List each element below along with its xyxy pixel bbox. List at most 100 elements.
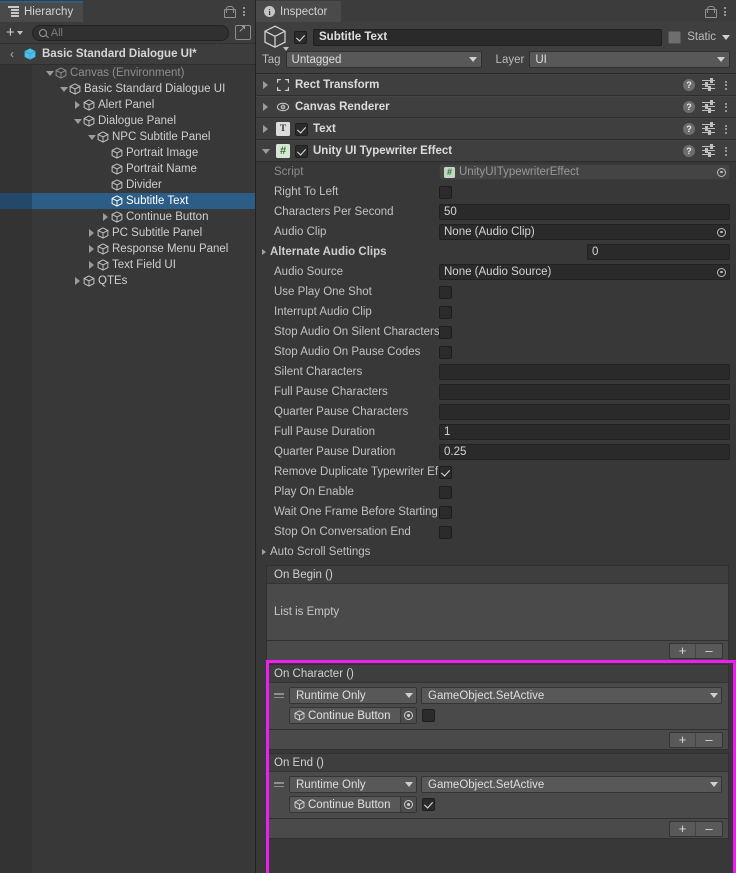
lock-icon[interactable]	[224, 5, 236, 18]
twisty[interactable]	[72, 118, 83, 124]
property-checkbox[interactable]	[439, 345, 452, 359]
drag-handle-icon[interactable]	[272, 782, 285, 787]
component-foldout[interactable]	[260, 103, 271, 111]
more-options-icon[interactable]	[722, 145, 730, 158]
help-icon[interactable]: ?	[683, 123, 695, 135]
property-label[interactable]: Alternate Audio Clips	[256, 246, 439, 258]
property-checkbox[interactable]	[439, 525, 452, 539]
event-remove-button[interactable]: –	[696, 643, 722, 658]
property-text-input[interactable]	[439, 384, 730, 400]
tree-item-response-menu-panel[interactable]: Response Menu Panel	[0, 241, 255, 257]
twisty-expanded-icon[interactable]	[45, 70, 54, 76]
tag-dropdown[interactable]: Untagged	[285, 51, 482, 68]
tree-item-text-field-ui[interactable]: Text Field UI	[0, 257, 255, 273]
object-picker-icon[interactable]	[714, 165, 729, 180]
tree-item-portrait-name[interactable]: Portrait Name	[0, 161, 255, 177]
event-remove-button[interactable]: –	[696, 821, 722, 836]
event-argument-checkbox[interactable]	[422, 709, 435, 722]
property-label[interactable]: Auto Scroll Settings	[256, 546, 439, 558]
help-icon[interactable]: ?	[683, 79, 695, 91]
property-text-input[interactable]: 1	[439, 424, 730, 440]
more-options-icon[interactable]	[721, 5, 729, 18]
property-text-input[interactable]: 50	[439, 204, 730, 220]
event-function-dropdown[interactable]: GameObject.SetActive	[421, 776, 722, 793]
twisty-collapsed-icon[interactable]	[89, 245, 94, 253]
create-object-button[interactable]: +	[4, 25, 25, 40]
property-checkbox[interactable]	[439, 285, 452, 299]
event-function-dropdown[interactable]: GameObject.SetActive	[421, 687, 722, 704]
event-argument-checkbox[interactable]	[422, 798, 435, 811]
tree-item-alert-panel[interactable]: Alert Panel	[0, 97, 255, 113]
more-options-icon[interactable]	[722, 79, 730, 92]
twisty-expanded-icon[interactable]	[73, 118, 82, 124]
twisty-collapsed-icon[interactable]	[89, 229, 94, 237]
help-icon[interactable]: ?	[683, 101, 695, 113]
property-checkbox[interactable]	[439, 325, 452, 339]
tree-item-pc-subtitle-panel[interactable]: PC Subtitle Panel	[0, 225, 255, 241]
twisty[interactable]	[86, 229, 97, 237]
twisty[interactable]	[100, 213, 111, 221]
event-mode-dropdown[interactable]: Runtime Only	[289, 776, 417, 793]
object-picker-icon[interactable]	[714, 265, 729, 280]
tree-item-basic-standard-dialogue-ui[interactable]: Basic Standard Dialogue UI	[0, 81, 255, 97]
property-object-field[interactable]: None (Audio Source)	[439, 264, 730, 280]
twisty-collapsed-icon[interactable]	[89, 261, 94, 269]
layer-dropdown[interactable]: UI	[529, 51, 730, 68]
tree-item-canvas-environment[interactable]: Canvas (Environment)	[0, 65, 255, 81]
twisty-collapsed-icon[interactable]	[75, 101, 80, 109]
event-add-button[interactable]: +	[670, 643, 696, 658]
twisty[interactable]	[86, 261, 97, 269]
component-foldout[interactable]	[260, 148, 271, 154]
component-header-unity-ui-typewriter-effect[interactable]: # Unity UI Typewriter Effect?	[256, 140, 736, 162]
property-object-field[interactable]: None (Audio Clip)	[439, 224, 730, 240]
twisty[interactable]	[58, 86, 69, 92]
drag-handle-icon[interactable]	[272, 693, 285, 698]
back-arrow-icon[interactable]: ‹	[6, 47, 18, 61]
tab-inspector[interactable]: i Inspector	[256, 1, 342, 22]
property-checkbox[interactable]	[439, 465, 452, 479]
hierarchy-tree[interactable]: Canvas (Environment) Basic Standard Dialo…	[0, 65, 255, 873]
help-icon[interactable]: ?	[683, 145, 695, 157]
component-enabled-checkbox[interactable]	[295, 122, 308, 136]
preset-icon[interactable]	[702, 122, 715, 135]
component-header-text[interactable]: T Text?	[256, 118, 736, 140]
hierarchy-search[interactable]	[31, 24, 229, 41]
property-object-field[interactable]: # UnityUITypewriterEffect	[439, 164, 730, 180]
object-picker-icon[interactable]	[714, 225, 729, 240]
gameobject-name-input[interactable]: Subtitle Text	[313, 28, 663, 46]
tree-item-subtitle-text[interactable]: Subtitle Text	[0, 193, 255, 209]
event-target-object-field[interactable]: Continue Button	[289, 707, 417, 724]
event-mode-dropdown[interactable]: Runtime Only	[289, 687, 417, 704]
property-text-input[interactable]: 0.25	[439, 444, 730, 460]
tree-item-continue-button[interactable]: Continue Button	[0, 209, 255, 225]
tree-item-portrait-image[interactable]: Portrait Image	[0, 145, 255, 161]
twisty-collapsed-icon[interactable]	[103, 213, 108, 221]
component-foldout[interactable]	[260, 81, 271, 89]
twisty[interactable]	[44, 70, 55, 76]
twisty-expanded-icon[interactable]	[87, 134, 96, 140]
preset-icon[interactable]	[702, 100, 715, 113]
component-header-rect-transform[interactable]: Rect Transform?	[256, 74, 736, 96]
expand-search-icon[interactable]	[235, 24, 251, 40]
tree-item-npc-subtitle-panel[interactable]: NPC Subtitle Panel	[0, 129, 255, 145]
array-size-input[interactable]: 0	[587, 244, 730, 260]
tree-item-qtes[interactable]: QTEs	[0, 273, 255, 289]
more-options-icon[interactable]	[722, 123, 730, 136]
property-checkbox[interactable]	[439, 185, 452, 199]
preset-icon[interactable]	[702, 78, 715, 91]
event-add-button[interactable]: +	[670, 732, 696, 747]
property-checkbox[interactable]	[439, 485, 452, 499]
twisty-expanded-icon[interactable]	[59, 86, 68, 92]
component-enabled-checkbox[interactable]	[295, 144, 308, 158]
more-options-icon[interactable]	[722, 101, 730, 114]
component-header-canvas-renderer[interactable]: Canvas Renderer?	[256, 96, 736, 118]
event-target-object-field[interactable]: Continue Button	[289, 796, 417, 813]
search-input[interactable]	[50, 26, 222, 39]
twisty[interactable]	[72, 101, 83, 109]
twisty[interactable]	[72, 277, 83, 285]
property-checkbox[interactable]	[439, 505, 452, 519]
event-remove-button[interactable]: –	[696, 732, 722, 747]
static-checkbox[interactable]	[668, 30, 682, 44]
gameobject-active-checkbox[interactable]	[294, 30, 307, 44]
property-text-input[interactable]	[439, 364, 730, 380]
